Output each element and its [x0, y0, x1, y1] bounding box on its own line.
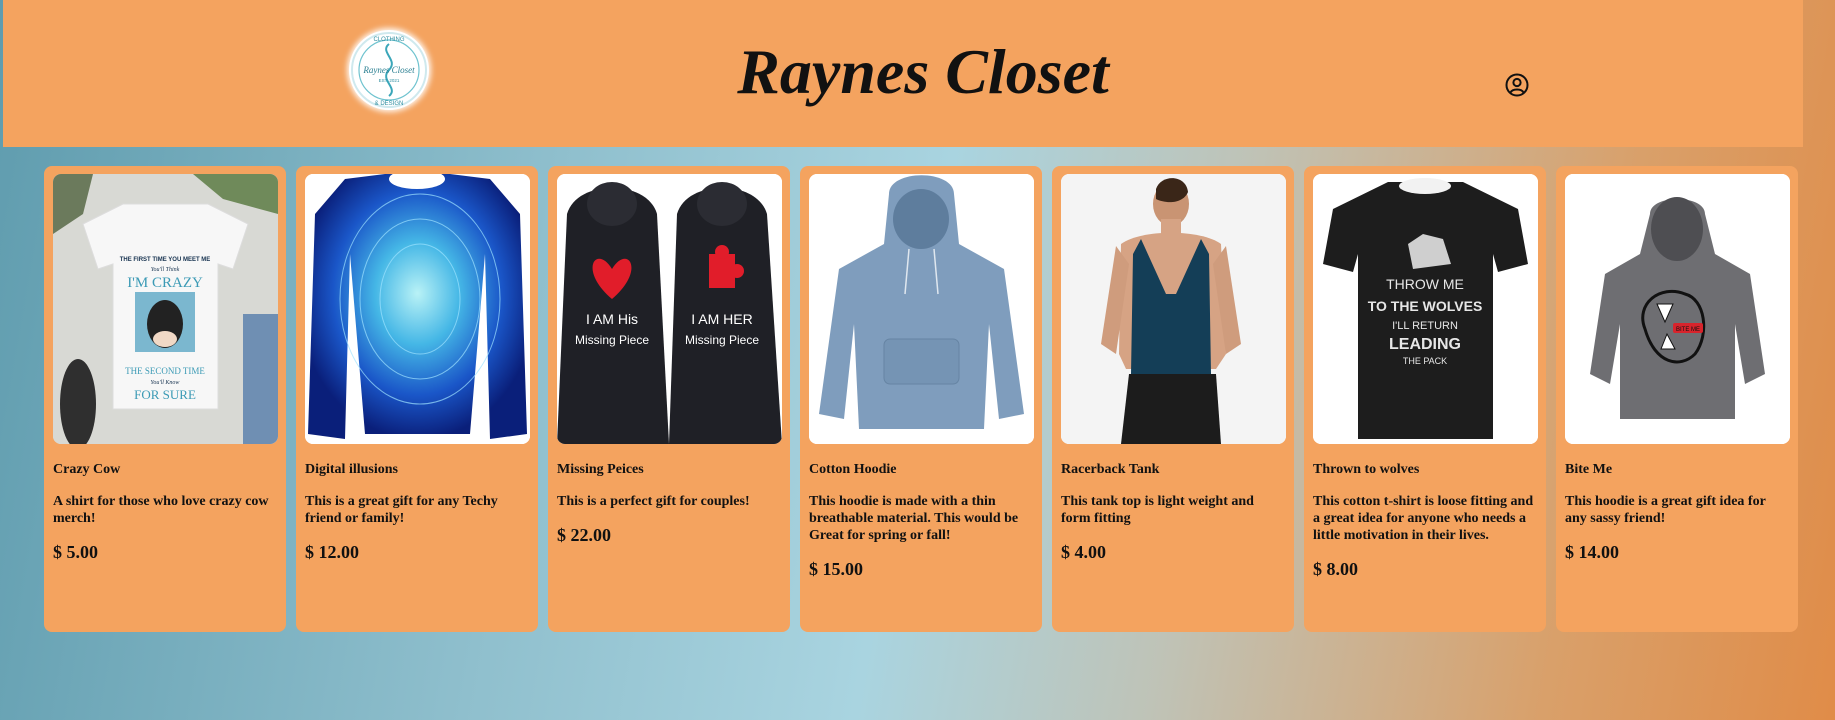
product-description-block: This is a perfect gift for couples! $ 22…: [557, 493, 782, 544]
svg-text:FOR SURE: FOR SURE: [134, 387, 196, 402]
logo-text: Raynes Closet: [362, 65, 415, 75]
product-name[interactable]: Crazy Cow: [53, 462, 278, 478]
svg-text:BITE ME: BITE ME: [1676, 327, 1700, 333]
svg-text:I AM His: I AM His: [586, 311, 638, 327]
svg-text:LEADING: LEADING: [1389, 336, 1461, 353]
product-card[interactable]: Cotton Hoodie This hoodie is made with a…: [800, 166, 1042, 632]
product-name[interactable]: Cotton Hoodie: [809, 462, 1034, 478]
svg-text:THE FIRST TIME YOU MEET ME: THE FIRST TIME YOU MEET ME: [120, 257, 211, 263]
svg-text:TO THE WOLVES: TO THE WOLVES: [1368, 298, 1483, 314]
svg-text:Missing Piece: Missing Piece: [575, 333, 649, 347]
site-title: Raynes Closet: [737, 36, 1109, 107]
product-description-block: This is a great gift for any Techy frien…: [305, 493, 530, 561]
site-logo[interactable]: CLOTHING Raynes Closet EST. 2021 & DESIG…: [349, 30, 429, 110]
logo-icon: CLOTHING Raynes Closet EST. 2021 & DESIG…: [351, 32, 427, 108]
product-description-block: This cotton t-shirt is loose fitting and…: [1313, 493, 1538, 578]
product-image[interactable]: THROW ME TO THE WOLVES I'LL RETURN LEADI…: [1313, 174, 1538, 444]
product-price: $ 12.00: [305, 542, 359, 562]
svg-text:I'LL RETURN: I'LL RETURN: [1392, 320, 1458, 332]
product-image[interactable]: [305, 174, 530, 444]
product-price: $ 5.00: [53, 542, 98, 562]
product-name[interactable]: Digital illusions: [305, 462, 530, 478]
product-name[interactable]: Bite Me: [1565, 462, 1790, 478]
product-card[interactable]: THE FIRST TIME YOU MEET ME You'll Think …: [44, 166, 286, 632]
svg-text:THE PACK: THE PACK: [1403, 356, 1447, 366]
svg-text:Missing Piece: Missing Piece: [685, 333, 759, 347]
product-image[interactable]: THE FIRST TIME YOU MEET ME You'll Think …: [53, 174, 278, 444]
product-name[interactable]: Thrown to wolves: [1313, 462, 1538, 478]
product-price: $ 8.00: [1313, 559, 1358, 579]
product-description-block: A shirt for those who love crazy cow mer…: [53, 493, 278, 561]
product-card[interactable]: Digital illusions This is a great gift f…: [296, 166, 538, 632]
product-description: This hoodie is a great gift idea for any…: [1565, 494, 1766, 526]
product-card[interactable]: THROW ME TO THE WOLVES I'LL RETURN LEADI…: [1304, 166, 1546, 632]
svg-text:I AM HER: I AM HER: [691, 311, 752, 327]
product-image[interactable]: BITE ME: [1565, 174, 1790, 444]
svg-text:You'll Know: You'll Know: [151, 380, 180, 386]
site-header: CLOTHING Raynes Closet EST. 2021 & DESIG…: [3, 0, 1803, 147]
product-description: This is a perfect gift for couples!: [557, 494, 750, 509]
product-price: $ 4.00: [1061, 542, 1106, 562]
svg-text:I'M CRAZY: I'M CRAZY: [127, 275, 203, 291]
svg-text:THROW ME: THROW ME: [1386, 276, 1464, 292]
user-circle-icon: [1505, 73, 1529, 97]
product-image[interactable]: [1061, 174, 1286, 444]
product-description: This is a great gift for any Techy frien…: [305, 494, 498, 526]
product-name[interactable]: Missing Peices: [557, 462, 782, 478]
product-price: $ 14.00: [1565, 542, 1619, 562]
product-card[interactable]: I AM His Missing Piece I AM HER Missing …: [548, 166, 790, 632]
product-description-block: This tank top is light weight and form f…: [1061, 493, 1286, 561]
product-name[interactable]: Racerback Tank: [1061, 462, 1286, 478]
product-price: $ 15.00: [809, 559, 863, 579]
product-description: This tank top is light weight and form f…: [1061, 494, 1254, 526]
product-image[interactable]: I AM His Missing Piece I AM HER Missing …: [557, 174, 782, 444]
svg-text:You'll Think: You'll Think: [151, 267, 180, 273]
product-description: This cotton t-shirt is loose fitting and…: [1313, 494, 1534, 543]
product-card[interactable]: BITE ME Bite Me This hoodie is a great g…: [1556, 166, 1798, 632]
logo-ring-top: CLOTHING: [373, 37, 404, 43]
product-description: A shirt for those who love crazy cow mer…: [53, 494, 269, 526]
svg-text:THE SECOND TIME: THE SECOND TIME: [125, 366, 205, 376]
product-card[interactable]: Racerback Tank This tank top is light we…: [1052, 166, 1294, 632]
logo-ring-bottom: & DESIGN: [375, 101, 404, 107]
product-image[interactable]: [809, 174, 1034, 444]
product-description-block: This hoodie is a great gift idea for any…: [1565, 493, 1790, 561]
logo-sub: EST. 2021: [379, 78, 400, 83]
product-price: $ 22.00: [557, 525, 611, 545]
account-button[interactable]: [1504, 72, 1530, 98]
product-description-block: This hoodie is made with a thin breathab…: [809, 493, 1034, 578]
product-description: This hoodie is made with a thin breathab…: [809, 494, 1019, 543]
